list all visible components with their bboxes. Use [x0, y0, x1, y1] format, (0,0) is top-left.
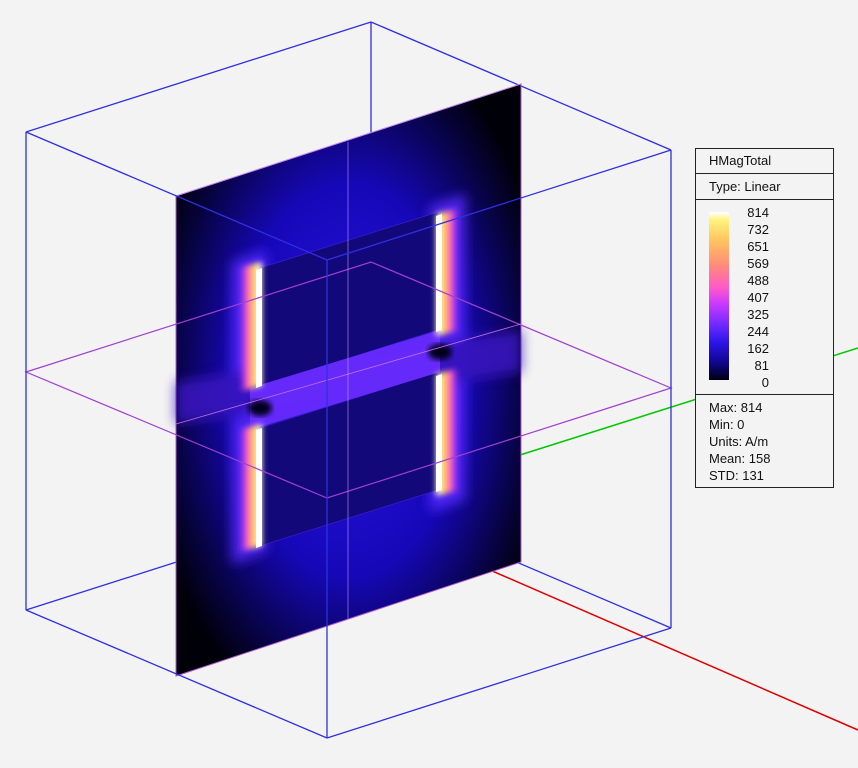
legend-tick: 732 — [747, 222, 769, 237]
stat-std: STD: 131 — [709, 468, 764, 483]
x-axis-line — [489, 569, 858, 731]
stat-min: Min: 0 — [709, 417, 745, 432]
legend-tick: 0 — [761, 375, 769, 390]
color-scale-legend[interactable]: HMagTotal Type: Linear 814 732 651 569 4… — [695, 148, 834, 488]
legend-statistics: Max: 814 Min: 0 Units: A/m Mean: 158 STD… — [696, 399, 833, 484]
legend-scale-type: Type: Linear — [696, 174, 833, 200]
legend-tick: 325 — [747, 307, 769, 322]
legend-tick: 162 — [747, 341, 769, 356]
legend-tick: 81 — [754, 358, 769, 373]
stat-max: Max: 814 — [709, 400, 763, 415]
legend-tick: 814 — [747, 205, 769, 220]
legend-tick: 569 — [747, 256, 769, 271]
field-plot — [175, 83, 522, 677]
legend-color-scale: 814 732 651 569 488 407 325 244 162 81 0 — [696, 200, 833, 395]
legend-tick: 244 — [747, 324, 769, 339]
stat-units: Units: A/m — [709, 434, 769, 449]
stat-mean: Mean: 158 — [709, 451, 771, 466]
legend-tick: 407 — [747, 290, 769, 305]
color-gradient-bar — [709, 212, 729, 380]
legend-title: HMagTotal — [696, 149, 833, 174]
legend-tick: 651 — [747, 239, 769, 254]
legend-tick: 488 — [747, 273, 769, 288]
